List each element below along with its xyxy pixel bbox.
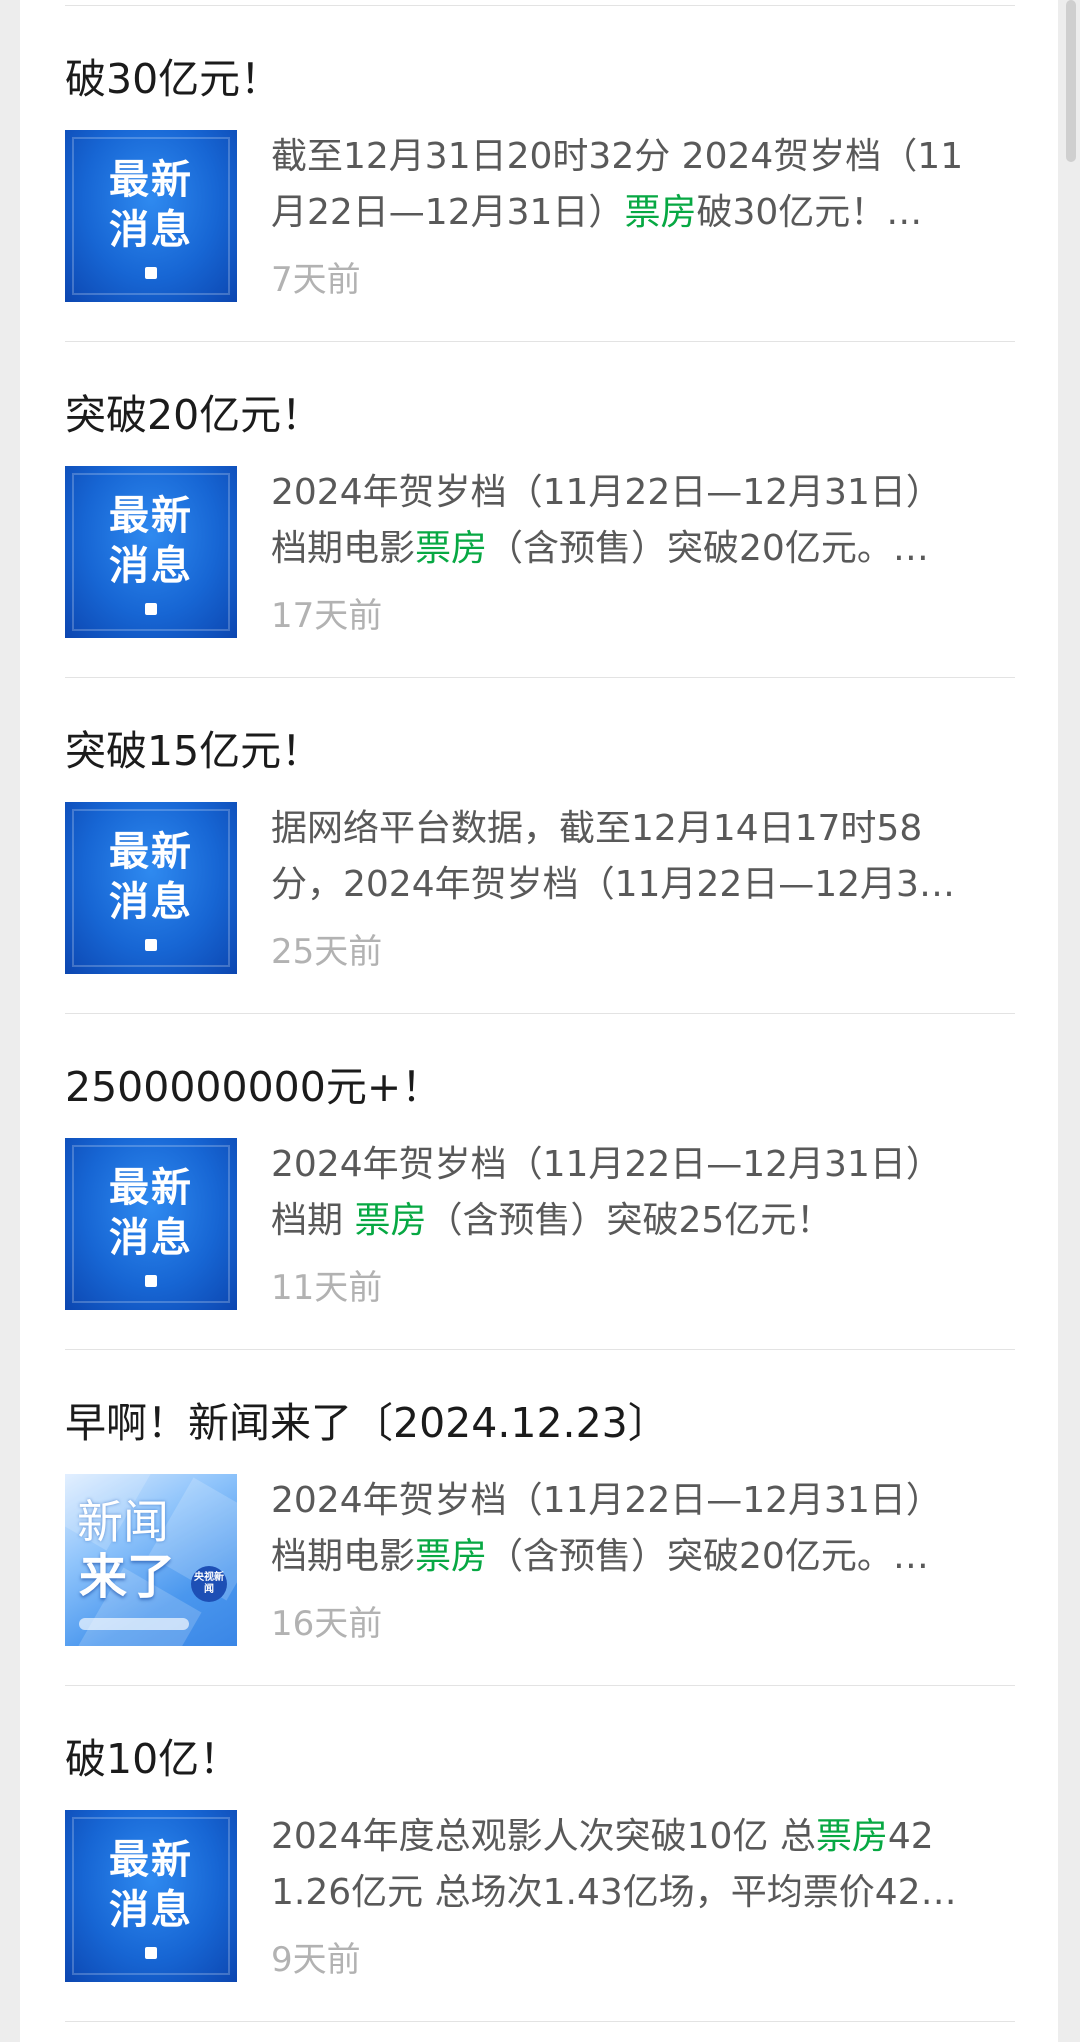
- logo-icon: [145, 1275, 157, 1287]
- excerpt-line1: 2024年贺岁档（11月22日—12月31日）: [271, 1144, 942, 1185]
- article-excerpt[interactable]: 截至12月31日20时32分 2024贺岁档（11 月22日—12月31日）票房…: [271, 129, 1016, 243]
- article-title[interactable]: 2500000000元+！: [65, 1058, 442, 1116]
- excerpt-line2: 档期电影票房（含预售）突破20亿元。…: [271, 1529, 1016, 1585]
- article-time: 11天前: [271, 1268, 383, 1308]
- article-list: 破30亿元！ 最新 消息 截至12月31日20时32分 2024贺岁档（11 月…: [65, 6, 1015, 2022]
- thumbnail-text-line2: 消息: [109, 879, 193, 925]
- article-time: 7天前: [271, 260, 361, 300]
- article-excerpt[interactable]: 据网络平台数据，截至12月14日17时58 分，2024年贺岁档（11月22日—…: [271, 801, 1016, 915]
- excerpt-line2: 月22日—12月31日）票房破30亿元！…: [271, 185, 1016, 241]
- article-title[interactable]: 突破20亿元！: [65, 386, 322, 444]
- list-item[interactable]: 2500000000元+！ 最新 消息 2024年贺岁档（11月22日—12月3…: [65, 1014, 1015, 1350]
- article-excerpt[interactable]: 2024年贺岁档（11月22日—12月31日） 档期电影票房（含预售）突破20亿…: [271, 1473, 1016, 1587]
- thumbnail-text-line2: 消息: [109, 207, 193, 253]
- excerpt-text: 档期电影: [271, 1536, 416, 1577]
- excerpt-text: （含预售）突破20亿元。…: [487, 1536, 929, 1577]
- keyword-highlight: 票房: [415, 528, 488, 569]
- article-thumbnail[interactable]: 新闻 来了 央视新闻: [65, 1474, 237, 1646]
- logo-icon: [145, 939, 157, 951]
- list-item[interactable]: 突破20亿元！ 最新 消息 2024年贺岁档（11月22日—12月31日） 档期…: [65, 342, 1015, 678]
- article-thumbnail[interactable]: 最新 消息: [65, 1138, 237, 1310]
- excerpt-line2: 1.26亿元 总场次1.43亿场，平均票价42…: [271, 1872, 957, 1913]
- keyword-highlight: 票房: [815, 1816, 888, 1857]
- list-item[interactable]: 破10亿！ 最新 消息 2024年度总观影人次突破10亿 总票房42 1.26亿…: [65, 1686, 1015, 2022]
- article-time: 17天前: [271, 596, 383, 636]
- article-time: 16天前: [271, 1604, 383, 1644]
- logo-icon: [145, 603, 157, 615]
- excerpt-text: （含预售）突破25亿元！: [426, 1200, 833, 1241]
- article-excerpt[interactable]: 2024年贺岁档（11月22日—12月31日） 档期电影票房（含预售）突破20亿…: [271, 465, 1016, 579]
- article-thumbnail[interactable]: 最新 消息: [65, 1810, 237, 1982]
- excerpt-line1: 2024年贺岁档（11月22日—12月31日）: [271, 1480, 942, 1521]
- excerpt-text: （含预售）突破20亿元。…: [487, 528, 929, 569]
- thumbnail-text-line1: 最新: [109, 1165, 193, 1211]
- thumbnail-text-line1: 最新: [109, 1837, 193, 1883]
- cctv-news-badge-icon: 央视新闻: [191, 1566, 227, 1602]
- article-title[interactable]: 破30亿元！: [65, 50, 281, 108]
- list-item[interactable]: 突破15亿元！ 最新 消息 据网络平台数据，截至12月14日17时58 分，20…: [65, 678, 1015, 1014]
- excerpt-line1: 据网络平台数据，截至12月14日17时58: [271, 808, 923, 849]
- excerpt-text: 档期电影: [271, 528, 416, 569]
- excerpt-line2: 档期 票房（含预售）突破25亿元！: [271, 1193, 1016, 1249]
- excerpt-text: 42: [887, 1816, 934, 1857]
- keyword-highlight: 票房: [354, 1200, 427, 1241]
- article-thumbnail[interactable]: 最新 消息: [65, 130, 237, 302]
- article-title[interactable]: 早啊！新闻来了〔2024.12.23〕: [65, 1394, 669, 1452]
- excerpt-line1: 2024年度总观影人次突破10亿 总票房42: [271, 1809, 1016, 1865]
- keyword-highlight: 票房: [624, 192, 697, 233]
- article-title[interactable]: 破10亿！: [65, 1730, 240, 1788]
- logo-icon: [145, 267, 157, 279]
- excerpt-line2: 分，2024年贺岁档（11月22日—12月3…: [271, 864, 955, 905]
- excerpt-line1: 2024年贺岁档（11月22日—12月31日）: [271, 472, 942, 513]
- thumbnail-text-line1: 新闻: [77, 1495, 169, 1549]
- thumbnail-text-line1: 最新: [109, 829, 193, 875]
- excerpt-line1: 截至12月31日20时32分 2024贺岁档（11: [271, 136, 964, 177]
- list-item[interactable]: 早啊！新闻来了〔2024.12.23〕 新闻 来了 央视新闻 2024年贺岁档（…: [65, 1350, 1015, 1686]
- article-thumbnail[interactable]: 最新 消息: [65, 466, 237, 638]
- article-excerpt[interactable]: 2024年度总观影人次突破10亿 总票房42 1.26亿元 总场次1.43亿场，…: [271, 1809, 1016, 1923]
- thumbnail-text-line1: 最新: [109, 157, 193, 203]
- thumbnail-text-line2: 来了: [79, 1549, 176, 1605]
- article-time: 25天前: [271, 932, 383, 972]
- thumbnail-text-line1: 最新: [109, 493, 193, 539]
- article-title[interactable]: 突破15亿元！: [65, 722, 322, 780]
- thumbnail-text-line2: 消息: [109, 1887, 193, 1933]
- excerpt-text: 月22日—12月31日）: [271, 192, 625, 233]
- thumbnail-text-line2: 消息: [109, 543, 193, 589]
- thumbnail-caption-strip: [79, 1618, 189, 1630]
- article-excerpt[interactable]: 2024年贺岁档（11月22日—12月31日） 档期 票房（含预售）突破25亿元…: [271, 1137, 1016, 1251]
- logo-icon: [145, 1947, 157, 1959]
- article-time: 9天前: [271, 1940, 361, 1980]
- excerpt-line2: 档期电影票房（含预售）突破20亿元。…: [271, 521, 1016, 577]
- excerpt-text: 破30亿元！…: [696, 192, 923, 233]
- article-thumbnail[interactable]: 最新 消息: [65, 802, 237, 974]
- thumbnail-text-line2: 消息: [109, 1215, 193, 1261]
- excerpt-text: 档期: [271, 1200, 355, 1241]
- list-item[interactable]: 破30亿元！ 最新 消息 截至12月31日20时32分 2024贺岁档（11 月…: [65, 6, 1015, 342]
- keyword-highlight: 票房: [415, 1536, 488, 1577]
- scrollbar[interactable]: [1066, 0, 1076, 162]
- excerpt-text: 2024年度总观影人次突破10亿 总: [271, 1816, 816, 1857]
